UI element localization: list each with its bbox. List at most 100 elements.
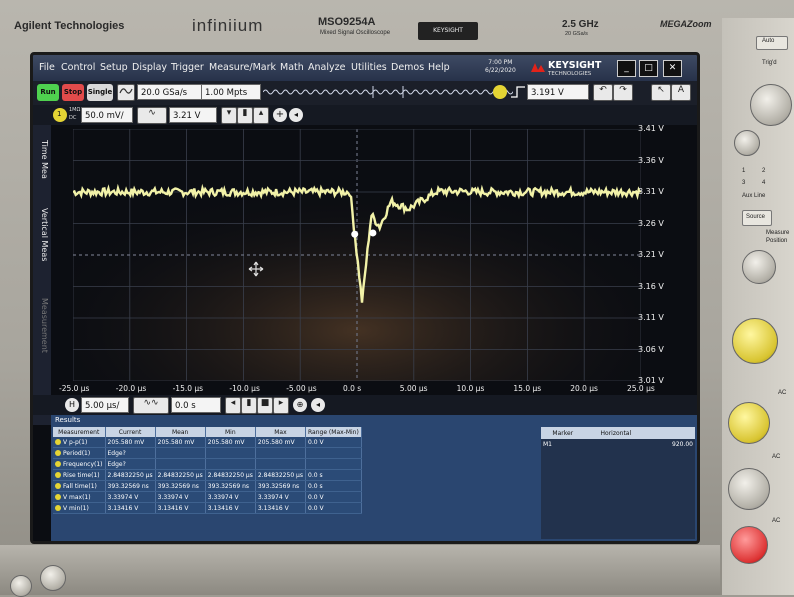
- channel2-knob[interactable]: [728, 468, 770, 510]
- time-scale-field[interactable]: 5.00 µs/: [81, 397, 129, 413]
- measurement-table-header: Measurement Current Mean Min Max Range (Max-M…: [53, 427, 362, 437]
- stop-button[interactable]: Stop: [62, 84, 84, 101]
- measurement-value: 3.33974 V: [105, 491, 156, 503]
- aux-knob[interactable]: [734, 130, 760, 156]
- measurement-value: 205.580 mV: [155, 437, 206, 448]
- channel3-knob[interactable]: [730, 526, 768, 564]
- measurement-col-3: Min: [205, 427, 256, 437]
- trigd-label: Trig'd: [762, 60, 777, 66]
- memory-depth-field[interactable]: 1.00 Mpts: [201, 84, 261, 100]
- menu-file[interactable]: File: [39, 62, 55, 73]
- table-row[interactable]: Fall time(1) 393.32569 ns 393.32569 ns 393.…: [53, 480, 362, 492]
- results-title: Results: [55, 416, 81, 424]
- table-row[interactable]: Rise time(1) 2.84832250 µs 2.84832250 µs 2.…: [53, 469, 362, 481]
- marker-row[interactable]: M1 920.00: [541, 439, 695, 449]
- marker-horizontal: [585, 439, 648, 449]
- cursor-arrow-icon[interactable]: ↖: [651, 84, 671, 101]
- menu-math[interactable]: Math: [280, 62, 304, 73]
- voltage-tick-label: 3.21 V: [638, 250, 664, 259]
- add-channel-icon[interactable]: +: [273, 108, 287, 122]
- model-number: MSO9254A: [318, 16, 376, 28]
- voltage-tick-label: 3.06 V: [638, 344, 664, 354]
- ch1-label: 1: [742, 168, 746, 174]
- menu-measure-mark[interactable]: Measure/Mark: [209, 62, 276, 73]
- position-left-icon[interactable]: ◂: [225, 397, 241, 414]
- table-row[interactable]: V max(1) 3.33974 V 3.33974 V 3.33974 V 3.339…: [53, 491, 362, 503]
- measurement-table: Measurement Current Mean Min Max Range (Max-M…: [53, 427, 362, 514]
- trigger-channel-indicator[interactable]: [493, 85, 507, 99]
- megazoom-logo: MEGAZoom: [660, 19, 712, 29]
- rising-edge-icon[interactable]: [510, 85, 526, 99]
- voltage-tick-label: 3.26 V: [638, 218, 664, 228]
- undo-icon[interactable]: ↶: [593, 84, 613, 101]
- aux-line-label: Aux Line: [742, 193, 766, 199]
- menu-analyze[interactable]: Analyze: [308, 62, 345, 73]
- measurement-label: Period(1): [63, 449, 91, 457]
- position-knob[interactable]: [742, 250, 776, 284]
- minimize-button[interactable]: _: [617, 60, 636, 77]
- time-position-field[interactable]: 0.0 s: [171, 397, 221, 413]
- redo-icon[interactable]: ↷: [613, 84, 633, 101]
- channel-number: 1: [57, 110, 62, 118]
- waveform-mode-icon[interactable]: [117, 84, 135, 101]
- time-tick-label: -20.0 µs: [115, 384, 147, 393]
- measurement-value: [305, 447, 362, 459]
- oscilloscope-screen: File Control Setup Display Trigger Measu…: [30, 52, 700, 544]
- voltage-tick-label: 3.31 V: [638, 187, 664, 196]
- table-row[interactable]: Frequency(1) Edge?: [53, 458, 362, 470]
- instrument-header: Agilent Technologies infiniium MSO9254A …: [0, 0, 794, 44]
- table-row[interactable]: Period(1) Edge?: [53, 447, 362, 459]
- timebase-waveform-icon[interactable]: ∿∿: [133, 397, 169, 414]
- channel1-offset-knob[interactable]: [728, 402, 770, 444]
- offset-stop-icon[interactable]: ▮: [237, 107, 253, 124]
- marker-col-marker: Marker: [541, 427, 585, 439]
- single-button[interactable]: Single: [87, 84, 113, 101]
- menu-help[interactable]: Help: [428, 62, 450, 73]
- table-row[interactable]: V min(1) 3.13416 V 3.13416 V 3.13416 V 3.134…: [53, 502, 362, 514]
- run-button[interactable]: Run: [37, 84, 59, 101]
- channel-1-dot-icon: [55, 472, 61, 478]
- tab-vertical-measurements[interactable]: Vertical Meas: [35, 195, 49, 275]
- position-pause-icon[interactable]: ▮: [241, 397, 257, 414]
- menu-display[interactable]: Display: [132, 62, 167, 73]
- table-row[interactable]: V p-p(1) 205.580 mV 205.580 mV 205.580 mV 20…: [53, 437, 362, 448]
- model-description: Mixed Signal Oscilloscope: [320, 30, 391, 36]
- measurement-name: Rise time(1): [53, 469, 106, 481]
- measurement-value: 2.84832250 µs: [205, 469, 256, 481]
- offset-up-icon[interactable]: ▴: [253, 107, 269, 124]
- vertical-scale-field[interactable]: 50.0 mV/: [81, 107, 133, 123]
- measurement-label: Fall time(1): [63, 482, 97, 490]
- menu-control[interactable]: Control: [61, 62, 95, 73]
- menu-demos[interactable]: Demos: [391, 62, 424, 73]
- menu-utilities[interactable]: Utilities: [351, 62, 387, 73]
- position-right-icon[interactable]: ▸: [273, 397, 289, 414]
- position-stop-icon[interactable]: ■: [257, 397, 273, 414]
- menu-trigger[interactable]: Trigger: [171, 62, 204, 73]
- marker-icon[interactable]: A: [671, 84, 691, 101]
- waveform-graticule[interactable]: [73, 129, 641, 381]
- channel-1-button[interactable]: 1: [53, 108, 67, 122]
- close-button[interactable]: ✕: [663, 60, 682, 77]
- brand-name: Agilent Technologies: [14, 20, 125, 32]
- vertical-offset-field[interactable]: 3.21 V: [169, 107, 217, 123]
- channel1-scale-knob[interactable]: [732, 318, 778, 364]
- channel-waveform-icon[interactable]: ∿: [137, 107, 167, 124]
- instrument-bottom: [0, 545, 720, 597]
- maximize-button[interactable]: □: [639, 60, 658, 77]
- channel-menu-icon[interactable]: ◂: [289, 108, 303, 122]
- marker-panel: Marker Horizontal M1 920.00: [541, 427, 695, 539]
- trigger-level-knob[interactable]: [750, 84, 792, 126]
- marker-point-fall[interactable]: [351, 230, 359, 238]
- measurement-value: 3.13416 V: [205, 502, 256, 514]
- menu-setup[interactable]: Setup: [100, 62, 128, 73]
- tab-measurement[interactable]: Measurement: [35, 285, 49, 365]
- offset-down-icon[interactable]: ▾: [221, 107, 237, 124]
- tab-time-measurements[interactable]: Time Mea: [35, 129, 49, 189]
- zoom-icon[interactable]: ⊕: [293, 398, 307, 412]
- measurement-label: V p-p(1): [63, 438, 88, 446]
- marker-point-rise[interactable]: [369, 229, 377, 237]
- timebase-menu-icon[interactable]: ◂: [311, 398, 325, 412]
- left-tab-strip: Time Mea Vertical Meas Measurement: [33, 125, 51, 425]
- timebase-icon[interactable]: H: [65, 398, 79, 412]
- trigger-level-field[interactable]: 3.191 V: [527, 84, 589, 100]
